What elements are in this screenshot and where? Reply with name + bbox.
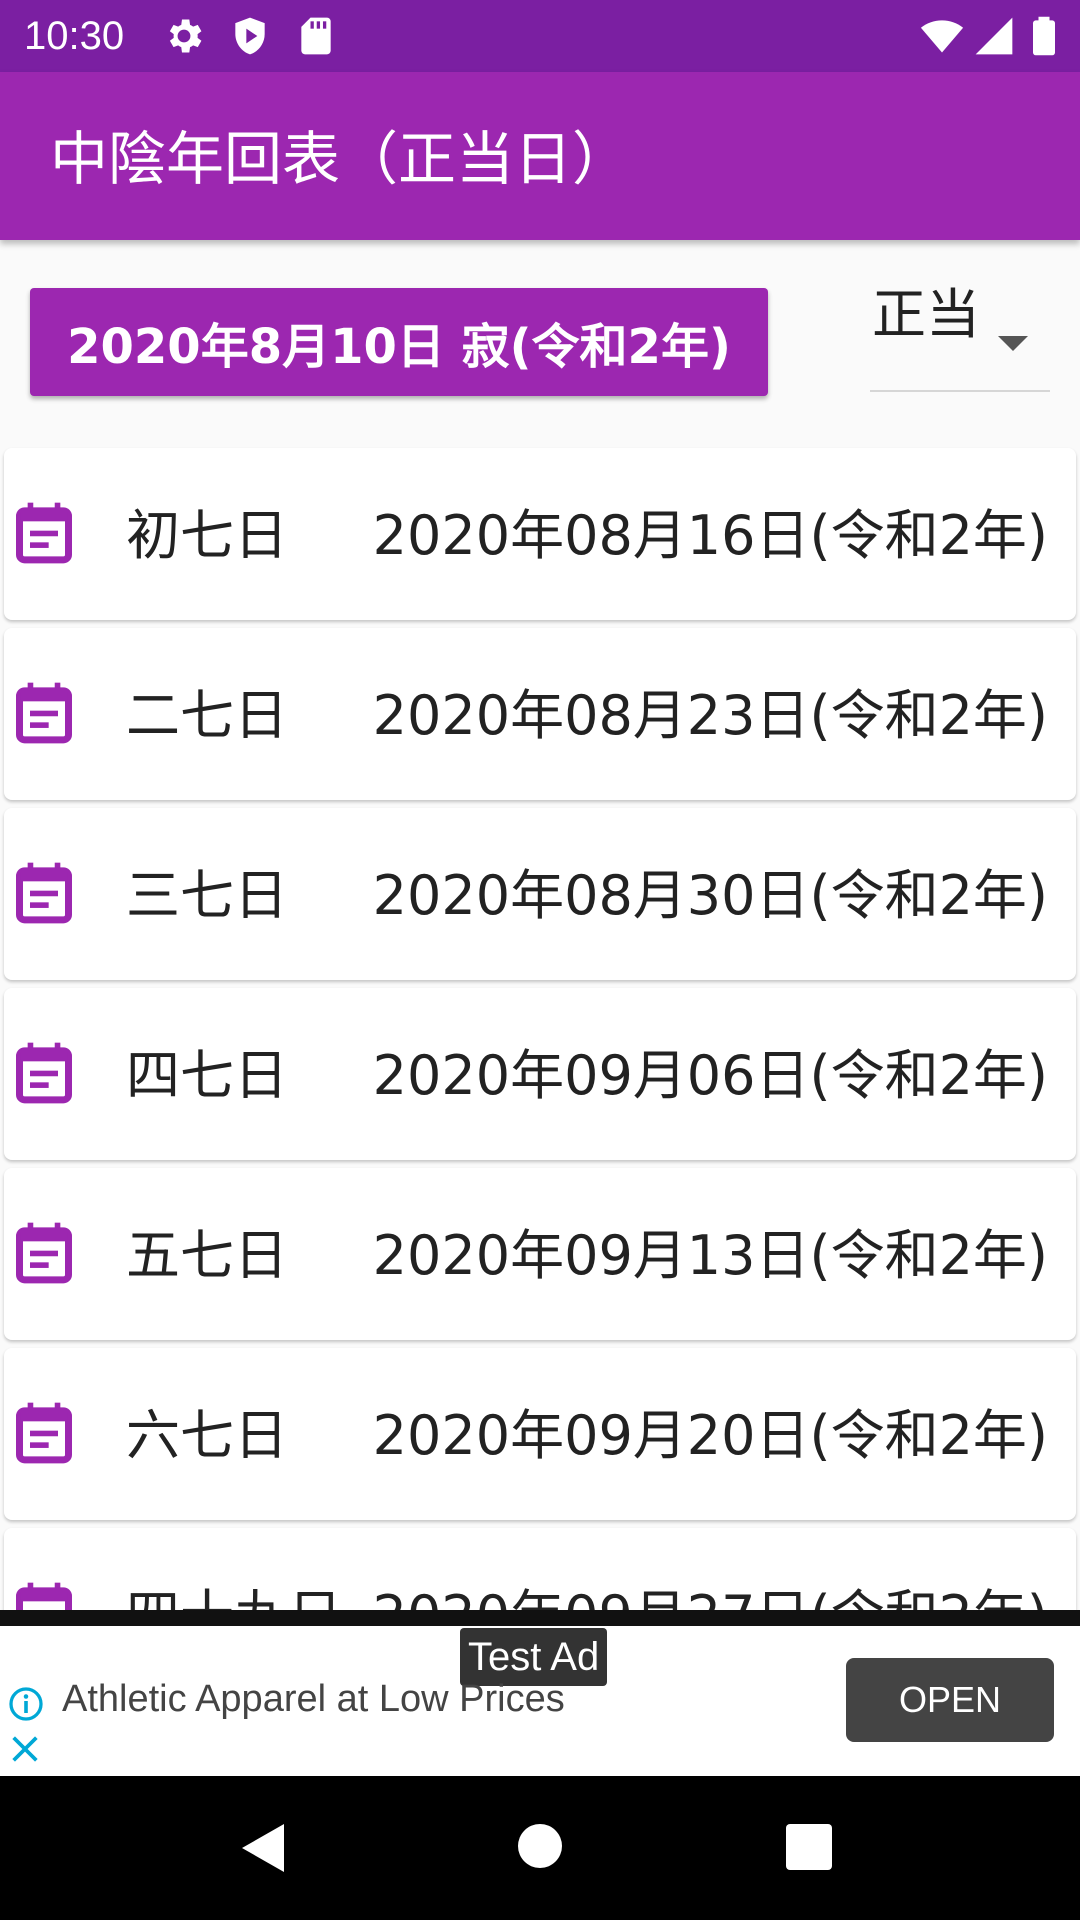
shield-icon [235, 17, 265, 55]
day-label: 四七日 [126, 1044, 288, 1107]
home-icon[interactable] [518, 1824, 562, 1868]
close-icon[interactable] [8, 1732, 42, 1766]
date-picker-button[interactable]: 2020年8月10日 寂(令和2年) [30, 288, 768, 396]
status-time: 10:30 [24, 14, 125, 58]
list-item[interactable]: 五七日 2020年09月13日(令和2年) [4, 1168, 1076, 1340]
day-label: 三七日 [126, 864, 288, 927]
page-title: 中陰年回表（正当日） [50, 125, 631, 193]
list-item[interactable]: 四七日 2020年09月06日(令和2年) [4, 988, 1076, 1160]
calendar-note-icon [16, 1042, 72, 1104]
ad-divider [0, 1610, 1080, 1626]
date-value: 2020年08月16日(令和2年) [372, 504, 1048, 567]
mode-spinner[interactable]: 正当 [870, 270, 1050, 392]
date-value: 2020年09月20日(令和2年) [372, 1404, 1048, 1467]
back-icon[interactable] [242, 1824, 284, 1872]
date-value: 2020年08月30日(令和2年) [372, 864, 1048, 927]
calendar-note-icon [16, 502, 72, 564]
day-label: 六七日 [126, 1404, 288, 1467]
settings-icon [169, 19, 202, 53]
day-label: 初七日 [126, 504, 288, 567]
date-value: 2020年09月06日(令和2年) [372, 1044, 1048, 1107]
mode-spinner-value: 正当 [872, 283, 980, 346]
recents-icon[interactable] [786, 1824, 832, 1870]
status-bar: 10:30 [0, 0, 1080, 72]
date-value: 2020年09月13日(令和2年) [372, 1224, 1048, 1287]
ad-open-button[interactable]: OPEN [846, 1658, 1054, 1742]
list-item[interactable]: 四十九日 2020年09月27日(令和2年) [4, 1528, 1076, 1610]
list-item[interactable]: 初七日 2020年08月16日(令和2年) [4, 448, 1076, 620]
ad-text[interactable]: Athletic Apparel at Low Prices [62, 1674, 565, 1724]
date-value: 2020年09月27日(令和2年) [373, 1584, 1048, 1610]
battery-icon [1033, 16, 1055, 56]
signal-icon [975, 17, 1013, 55]
memorial-date-list[interactable]: 初七日 2020年08月16日(令和2年) 二七日 2020年08月23日(令和… [0, 446, 1080, 1610]
wifi-icon [920, 20, 964, 53]
list-item[interactable]: 二七日 2020年08月23日(令和2年) [4, 628, 1076, 800]
calendar-note-icon [16, 1222, 72, 1284]
sd-card-icon [301, 17, 331, 55]
day-label: 四十九日 [126, 1584, 342, 1610]
dropdown-arrow-icon [998, 336, 1028, 351]
list-item[interactable]: 三七日 2020年08月30日(令和2年) [4, 808, 1076, 980]
calendar-note-icon [16, 862, 72, 924]
info-icon[interactable] [8, 1686, 44, 1722]
day-label: 二七日 [126, 684, 288, 747]
date-value: 2020年08月23日(令和2年) [372, 684, 1048, 747]
list-item[interactable]: 六七日 2020年09月20日(令和2年) [4, 1348, 1076, 1520]
navigation-bar [0, 1776, 1080, 1920]
calendar-note-icon [16, 1402, 72, 1464]
day-label: 五七日 [126, 1224, 288, 1287]
calendar-note-icon [16, 682, 72, 744]
calendar-note-icon [16, 1582, 72, 1610]
app-bar: 中陰年回表（正当日） [0, 72, 1080, 240]
